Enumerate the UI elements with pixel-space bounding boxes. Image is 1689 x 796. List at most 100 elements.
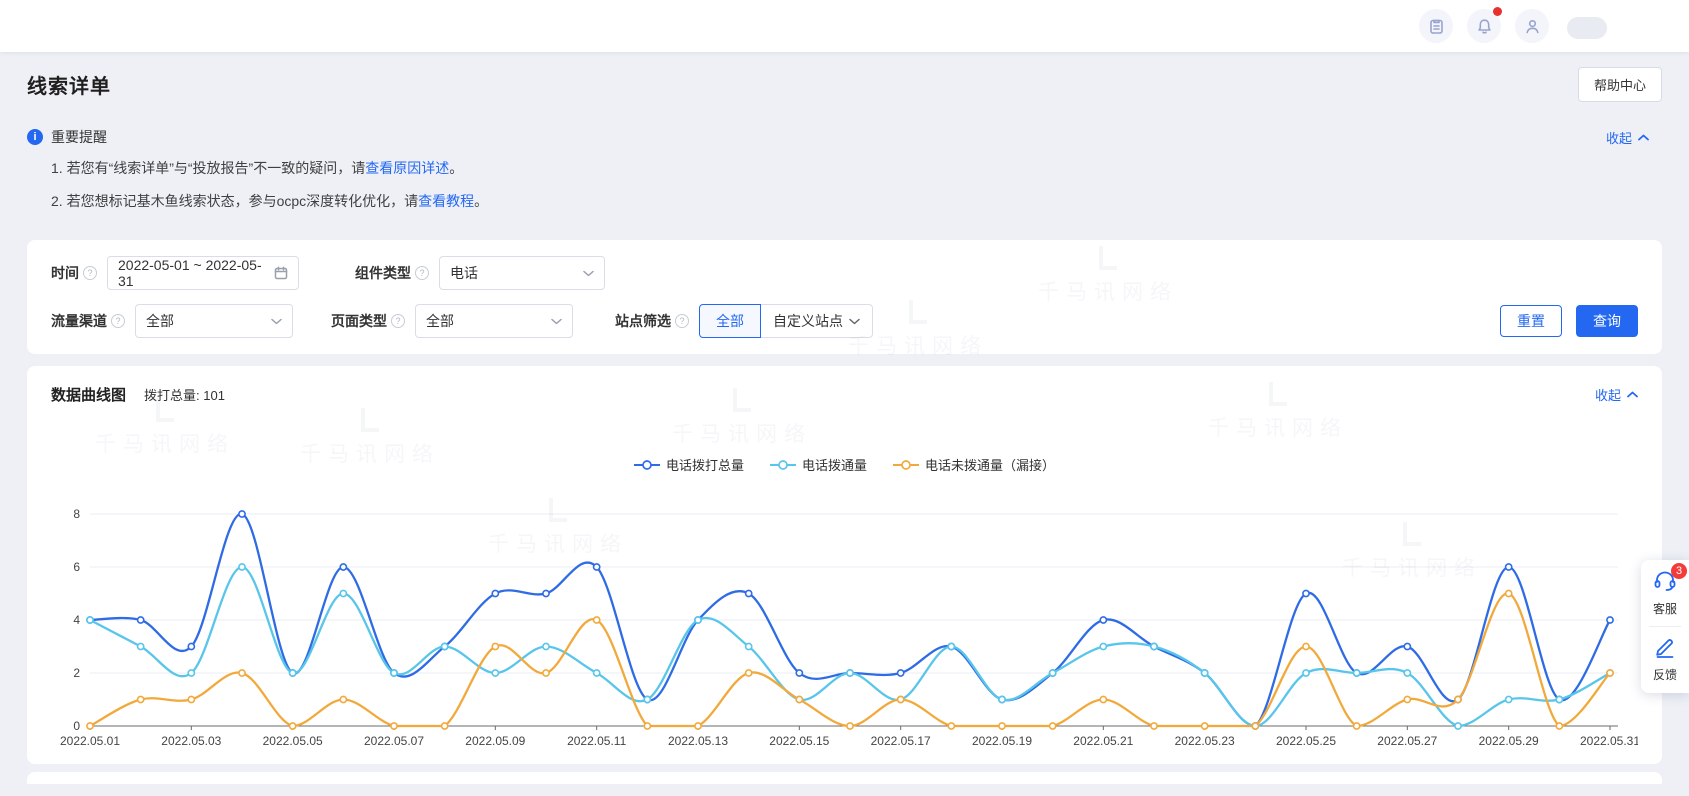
svg-text:4: 4 (73, 613, 80, 627)
site-filter-custom-button[interactable]: 自定义站点 (761, 304, 873, 338)
reset-button[interactable]: 重置 (1500, 305, 1562, 337)
notice-collapse-button[interactable]: 收起 (1606, 128, 1649, 147)
chevron-down-icon (271, 318, 282, 325)
component-type-label: 组件类型 ? (355, 263, 429, 283)
topbar (0, 0, 1689, 52)
question-icon[interactable]: ? (391, 314, 405, 328)
filter-panel: 时间 ? 2022-05-01 ~ 2022-05-31 组件类型 ? 电话 流… (27, 240, 1662, 354)
svg-text:2022.05.23: 2022.05.23 (1175, 734, 1235, 748)
svg-text:2022.05.21: 2022.05.21 (1073, 734, 1133, 748)
component-type-select[interactable]: 电话 (439, 256, 605, 290)
question-icon[interactable]: ? (111, 314, 125, 328)
legend-label: 电话拨打总量 (666, 455, 744, 474)
svg-text:2: 2 (73, 666, 80, 680)
traffic-channel-label: 流量渠道 ? (51, 311, 125, 331)
notice-item-1-link[interactable]: 查看原因详述 (365, 160, 449, 176)
svg-text:2022.05.31: 2022.05.31 (1580, 734, 1638, 748)
notice-item-1-period: 。 (449, 160, 463, 176)
svg-text:2022.05.15: 2022.05.15 (769, 734, 829, 748)
info-icon: i (27, 129, 43, 145)
notification-red-dot (1493, 7, 1502, 16)
traffic-channel-select[interactable]: 全部 (135, 304, 293, 338)
legend-marker-icon (634, 459, 660, 471)
date-range-input[interactable]: 2022-05-01 ~ 2022-05-31 (107, 256, 299, 290)
feedback-label: 反馈 (1641, 666, 1689, 683)
notice-title: 重要提醒 (51, 127, 107, 147)
chart-legend: 电话拨打总量 电话拨通量 电话未拨通量（漏接） (51, 455, 1638, 474)
page-type-label: 页面类型 ? (331, 311, 405, 331)
svg-text:6: 6 (73, 560, 80, 574)
legend-label: 电话拨通量 (802, 455, 867, 474)
time-filter-label-text: 时间 (51, 263, 79, 283)
avatar[interactable] (1567, 17, 1607, 39)
svg-text:2022.05.25: 2022.05.25 (1276, 734, 1336, 748)
customer-service-label: 客服 (1641, 600, 1689, 617)
notice-panel: i 重要提醒 收起 1. 若您有“线索详单”与“投放报告”不一致的疑问，请查看原… (0, 116, 1689, 224)
page-type-label-text: 页面类型 (331, 311, 387, 331)
chart-collapse-label: 收起 (1595, 385, 1621, 404)
site-filter-label-text: 站点筛选 (615, 311, 671, 331)
svg-text:2022.05.01: 2022.05.01 (60, 734, 120, 748)
next-section-card (27, 772, 1662, 784)
chevron-up-icon (1627, 391, 1638, 398)
svg-text:2022.05.29: 2022.05.29 (1479, 734, 1539, 748)
traffic-channel-label-text: 流量渠道 (51, 311, 107, 331)
feedback-button[interactable]: 反馈 (1641, 636, 1689, 683)
customer-service-badge: 3 (1671, 563, 1687, 579)
calendar-icon (274, 266, 288, 280)
notice-item-2: 2. 若您想标记基木鱼线索状态，参与ocpc深度转化优化，请查看教程。 (51, 185, 1649, 218)
site-filter-label: 站点筛选 ? (615, 311, 689, 331)
widget-divider (1649, 626, 1681, 627)
user-icon[interactable] (1515, 9, 1549, 43)
page-header: 线索详单 帮助中心 (0, 52, 1689, 116)
svg-text:2022.05.07: 2022.05.07 (364, 734, 424, 748)
legend-label: 电话未拨通量（漏接） (925, 455, 1055, 474)
bell-icon[interactable] (1467, 9, 1501, 43)
svg-text:2022.05.11: 2022.05.11 (567, 734, 626, 748)
notice-collapse-label: 收起 (1606, 128, 1632, 147)
component-type-label-text: 组件类型 (355, 263, 411, 283)
legend-item[interactable]: 电话拨通量 (770, 455, 867, 474)
question-icon[interactable]: ? (83, 266, 97, 280)
traffic-channel-value: 全部 (146, 311, 271, 331)
help-center-button[interactable]: 帮助中心 (1578, 67, 1662, 102)
legend-marker-icon (893, 459, 919, 471)
legend-item[interactable]: 电话未拨通量（漏接） (893, 455, 1055, 474)
chevron-up-icon (1638, 134, 1649, 141)
chart-collapse-button[interactable]: 收起 (1595, 385, 1638, 404)
chart-panel: 数据曲线图 拨打总量: 101 收起 电话拨打总量 电话拨通量 电话未拨通量（漏接）… (27, 366, 1662, 764)
svg-text:2022.05.27: 2022.05.27 (1377, 734, 1437, 748)
pencil-icon (1654, 636, 1676, 658)
site-filter-custom-label: 自定义站点 (773, 311, 843, 331)
notice-item-2-link[interactable]: 查看教程 (418, 193, 474, 209)
question-icon[interactable]: ? (415, 266, 429, 280)
svg-text:2022.05.03: 2022.05.03 (161, 734, 221, 748)
svg-text:2022.05.05: 2022.05.05 (263, 734, 323, 748)
notice-item-1-text: 1. 若您有“线索详单”与“投放报告”不一致的疑问，请 (51, 160, 365, 176)
chevron-down-icon (583, 270, 594, 277)
chevron-down-icon (551, 318, 562, 325)
svg-text:8: 8 (73, 507, 80, 521)
customer-service-button[interactable]: 3 客服 (1641, 570, 1689, 617)
date-range-value: 2022-05-01 ~ 2022-05-31 (118, 257, 274, 289)
legend-item[interactable]: 电话拨打总量 (634, 455, 744, 474)
svg-text:2022.05.19: 2022.05.19 (972, 734, 1032, 748)
component-type-value: 电话 (450, 263, 583, 283)
query-button[interactable]: 查询 (1576, 305, 1638, 337)
page-type-select[interactable]: 全部 (415, 304, 573, 338)
svg-text:2022.05.13: 2022.05.13 (668, 734, 728, 748)
chart-total-calls: 拨打总量: 101 (144, 385, 225, 404)
svg-text:2022.05.09: 2022.05.09 (465, 734, 525, 748)
line-chart[interactable]: 024682022.05.012022.05.032022.05.052022.… (51, 486, 1638, 763)
question-icon[interactable]: ? (675, 314, 689, 328)
page-type-value: 全部 (426, 311, 551, 331)
site-filter-all-button[interactable]: 全部 (699, 304, 761, 338)
clipboard-icon[interactable] (1419, 9, 1453, 43)
notice-item-2-period: 。 (474, 193, 488, 209)
chart-title: 数据曲线图 (51, 384, 126, 405)
floating-widget: 3 客服 反馈 (1641, 560, 1689, 693)
legend-marker-icon (770, 459, 796, 471)
svg-text:2022.05.17: 2022.05.17 (871, 734, 931, 748)
notice-item-1: 1. 若您有“线索详单”与“投放报告”不一致的疑问，请查看原因详述。 (51, 152, 1649, 185)
chevron-down-icon (849, 318, 860, 325)
